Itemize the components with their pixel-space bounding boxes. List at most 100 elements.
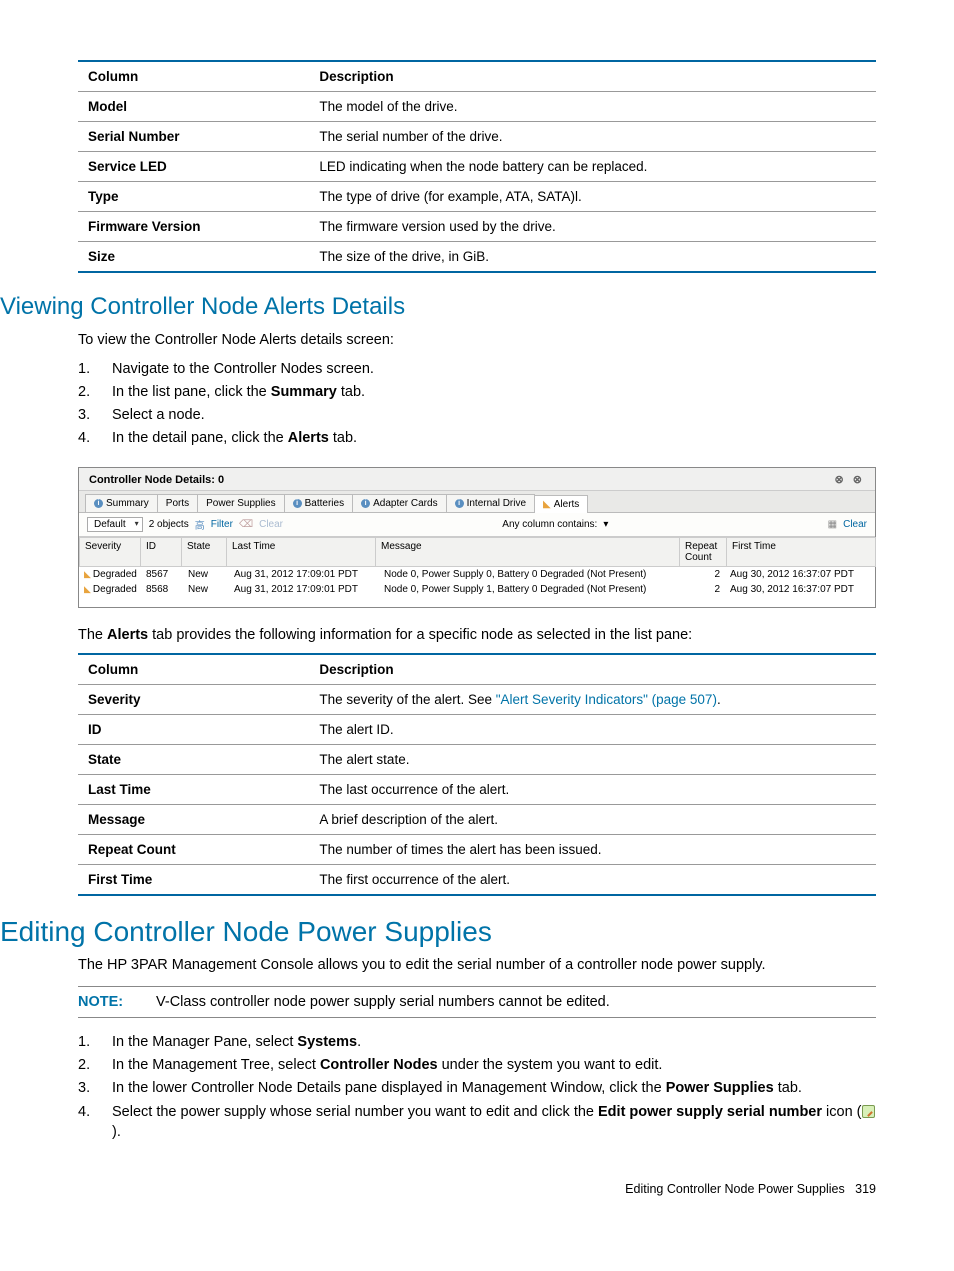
drive-table: Column Description ModelThe model of the… <box>78 60 876 273</box>
tab-power-supplies[interactable]: Power Supplies <box>197 494 284 512</box>
cell-desc: The number of times the alert has been i… <box>309 835 876 865</box>
note-text: V-Class controller node power supply ser… <box>156 994 610 1010</box>
step-item: 2.In the list pane, click the Summary ta… <box>78 382 876 402</box>
cell-desc: The serial number of the drive. <box>309 122 876 152</box>
grid-col-header[interactable]: Repeat Count <box>679 537 727 567</box>
step-item: 3.In the lower Controller Node Details p… <box>78 1078 876 1098</box>
cell-desc: The first occurrence of the alert. <box>309 865 876 896</box>
clear-icon[interactable]: ⌫ <box>239 519 253 530</box>
clear-link[interactable]: Clear <box>259 519 283 530</box>
table-row: Firmware VersionThe firmware version use… <box>78 212 876 242</box>
filter-link[interactable]: Filter <box>211 519 233 530</box>
note-block: NOTE: V-Class controller node power supp… <box>78 986 876 1018</box>
info-icon: i <box>361 499 370 508</box>
grid-col-header[interactable]: Message <box>375 537 680 567</box>
section-heading-power: Editing Controller Node Power Supplies <box>0 916 876 948</box>
anycol-label: Any column contains: <box>502 519 597 530</box>
severity-icon: ◣ <box>84 584 91 594</box>
cell-desc: The size of the drive, in GiB. <box>309 242 876 273</box>
edit-icon <box>862 1105 875 1118</box>
tab-summary[interactable]: iSummary <box>85 494 158 512</box>
cell-desc: LED indicating when the node battery can… <box>309 152 876 182</box>
panel-title: Controller Node Details: 0 ⊗ ⊗ <box>79 468 875 491</box>
cell-desc: The last occurrence of the alert. <box>309 775 876 805</box>
object-count: 2 objects <box>149 519 189 530</box>
step-item: 2.In the Management Tree, select Control… <box>78 1055 876 1075</box>
section-heading-alerts: Viewing Controller Node Alerts Details <box>0 293 876 321</box>
tab-alerts[interactable]: ◣Alerts <box>534 495 588 513</box>
cell-column: Severity <box>78 685 309 715</box>
info-icon: i <box>94 499 103 508</box>
tab-internal-drive[interactable]: iInternal Drive <box>446 494 535 512</box>
cell-column: Type <box>78 182 309 212</box>
cell-column: Size <box>78 242 309 273</box>
grid-col-header[interactable]: ID <box>140 537 182 567</box>
table-row: MessageA brief description of the alert. <box>78 805 876 835</box>
export-icon[interactable]: ▦ <box>828 519 837 530</box>
table-row: SizeThe size of the drive, in GiB. <box>78 242 876 273</box>
cell-column: Repeat Count <box>78 835 309 865</box>
page-footer: Editing Controller Node Power Supplies 3… <box>78 1182 876 1196</box>
steps-list: 1.Navigate to the Controller Nodes scree… <box>78 359 876 449</box>
col-header: Description <box>309 61 876 92</box>
cell-column: Model <box>78 92 309 122</box>
table-row: Service LEDLED indicating when the node … <box>78 152 876 182</box>
tab-batteries[interactable]: iBatteries <box>284 494 353 512</box>
info-icon: i <box>293 499 302 508</box>
table-row: ModelThe model of the drive. <box>78 92 876 122</box>
cell-column: ID <box>78 715 309 745</box>
col-header: Description <box>309 654 876 685</box>
table-row: Serial NumberThe serial number of the dr… <box>78 122 876 152</box>
note-label: NOTE: <box>78 994 156 1010</box>
alert-flag-icon: ◣ <box>543 499 551 510</box>
tab-bar: iSummaryPortsPower SuppliesiBatteriesiAd… <box>79 491 875 513</box>
window-controls[interactable]: ⊗ ⊗ <box>835 473 866 486</box>
table-row: TypeThe type of drive (for example, ATA,… <box>78 182 876 212</box>
grid-header: SeverityIDStateLast TimeMessageRepeat Co… <box>79 537 875 567</box>
cell-desc: The alert ID. <box>309 715 876 745</box>
severity-icon: ◣ <box>84 569 91 579</box>
grid-col-header[interactable]: Last Time <box>226 537 376 567</box>
table-row: First TimeThe first occurrence of the al… <box>78 865 876 896</box>
steps-list-2: 1.In the Manager Pane, select Systems.2.… <box>78 1032 876 1142</box>
cell-desc: A brief description of the alert. <box>309 805 876 835</box>
table-row: StateThe alert state. <box>78 745 876 775</box>
cell-column: Firmware Version <box>78 212 309 242</box>
grid-row[interactable]: ◣Degraded8568NewAug 31, 2012 17:09:01 PD… <box>79 582 875 597</box>
info-icon: i <box>455 499 464 508</box>
cell-column: Service LED <box>78 152 309 182</box>
tab-ports[interactable]: Ports <box>157 494 198 512</box>
grid-col-header[interactable]: State <box>181 537 227 567</box>
anycol-dropdown-icon[interactable]: ▾ <box>603 519 608 530</box>
grid-col-header[interactable]: First Time <box>726 537 876 567</box>
cell-column: State <box>78 745 309 775</box>
intro-text: To view the Controller Node Alerts detai… <box>78 331 876 351</box>
cell-desc: The type of drive (for example, ATA, SAT… <box>309 182 876 212</box>
step-item: 1.Navigate to the Controller Nodes scree… <box>78 359 876 379</box>
table-row: Repeat CountThe number of times the aler… <box>78 835 876 865</box>
toolbar: Default 2 objects ⾼ Filter ⌫ Clear Any c… <box>79 513 875 537</box>
tab-adapter-cards[interactable]: iAdapter Cards <box>352 494 446 512</box>
step-item: 4.In the detail pane, click the Alerts t… <box>78 428 876 448</box>
step-item: 3.Select a node. <box>78 405 876 425</box>
table-row: SeverityThe severity of the alert. See "… <box>78 685 876 715</box>
mid-paragraph: The Alerts tab provides the following in… <box>78 626 876 646</box>
cell-desc: The alert state. <box>309 745 876 775</box>
cell-desc: The model of the drive. <box>309 92 876 122</box>
table-row: Last TimeThe last occurrence of the aler… <box>78 775 876 805</box>
cell-desc: The severity of the alert. See "Alert Se… <box>309 685 876 715</box>
col-header: Column <box>78 61 309 92</box>
doc-link[interactable]: "Alert Severity Indicators" (page 507) <box>496 692 717 707</box>
cell-column: Message <box>78 805 309 835</box>
alerts-screenshot: Controller Node Details: 0 ⊗ ⊗ iSummaryP… <box>78 467 876 608</box>
step-item: 4.Select the power supply whose serial n… <box>78 1102 876 1143</box>
cell-column: Last Time <box>78 775 309 805</box>
grid-row[interactable]: ◣Degraded8567NewAug 31, 2012 17:09:01 PD… <box>79 567 875 582</box>
view-dropdown[interactable]: Default <box>87 517 143 532</box>
clear-link-2[interactable]: Clear <box>843 519 867 530</box>
panel-title-text: Controller Node Details: 0 <box>89 474 224 486</box>
cell-column: First Time <box>78 865 309 896</box>
filter-icon[interactable]: ⾼ <box>195 517 205 532</box>
grid-col-header[interactable]: Severity <box>79 537 141 567</box>
cell-column: Serial Number <box>78 122 309 152</box>
